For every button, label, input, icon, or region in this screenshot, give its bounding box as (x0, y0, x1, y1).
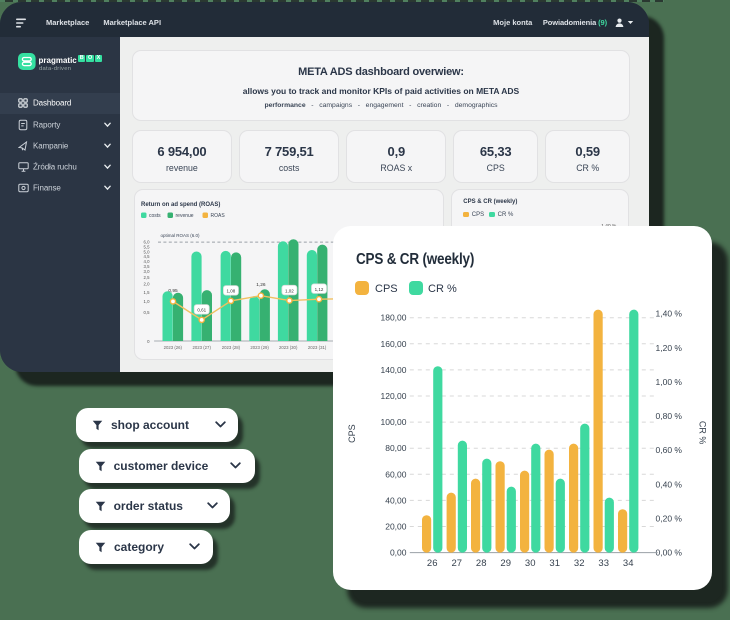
svg-text:31: 31 (549, 558, 560, 569)
svg-text:0,20 %: 0,20 % (656, 513, 683, 523)
svg-text:26: 26 (427, 558, 438, 569)
svg-text:1,5: 1,5 (143, 290, 150, 295)
svg-text:1,00 %: 1,00 % (656, 377, 683, 387)
svg-text:1,20 %: 1,20 % (656, 343, 683, 353)
svg-text:80,00: 80,00 (385, 443, 407, 453)
svg-text:1,0: 1,0 (143, 299, 150, 304)
svg-text:2023 (31): 2023 (31) (307, 345, 326, 350)
svg-text:33: 33 (598, 558, 609, 569)
svg-text:29: 29 (500, 558, 511, 569)
svg-text:120,00: 120,00 (381, 391, 407, 401)
svg-text:27: 27 (452, 558, 463, 569)
svg-text:CR %: CR % (698, 421, 708, 445)
svg-text:2023 (29): 2023 (29) (250, 345, 269, 350)
svg-text:2023 (27): 2023 (27) (192, 345, 211, 350)
svg-text:ROAS: ROAS (210, 213, 225, 219)
svg-text:180,00: 180,00 (381, 313, 407, 323)
svg-text:140,00: 140,00 (381, 365, 407, 375)
svg-text:0,80 %: 0,80 % (656, 411, 683, 421)
svg-text:costs: costs (149, 213, 161, 219)
svg-text:revenue: revenue (175, 213, 193, 219)
svg-text:CPS: CPS (347, 424, 357, 443)
svg-text:2,5: 2,5 (143, 275, 150, 280)
svg-text:1,08: 1,08 (226, 288, 235, 293)
svg-text:Return on ad spend (ROAS): Return on ad spend (ROAS) (141, 202, 220, 208)
svg-text:optimal ROAS (6.0): optimal ROAS (6.0) (160, 233, 200, 238)
svg-text:30: 30 (525, 558, 536, 569)
svg-text:40,00: 40,00 (385, 495, 407, 505)
svg-text:20,00: 20,00 (385, 522, 407, 532)
svg-text:1,12: 1,12 (314, 286, 323, 291)
svg-text:0,40 %: 0,40 % (656, 479, 683, 489)
svg-text:34: 34 (623, 558, 634, 569)
svg-text:0,60 %: 0,60 % (656, 445, 683, 455)
svg-text:0,61: 0,61 (197, 307, 206, 312)
svg-text:2023 (26): 2023 (26) (163, 345, 182, 350)
svg-text:0,5: 0,5 (143, 310, 150, 315)
svg-text:28: 28 (476, 558, 487, 569)
svg-text:1,02: 1,02 (285, 288, 294, 293)
svg-text:0,00 %: 0,00 % (656, 548, 683, 558)
svg-text:100,00: 100,00 (381, 417, 407, 427)
svg-text:2,0: 2,0 (143, 281, 150, 286)
svg-text:2023 (28): 2023 (28) (221, 345, 240, 350)
svg-text:0,95: 0,95 (168, 287, 178, 293)
svg-text:1,26: 1,26 (256, 282, 266, 288)
svg-text:160,00: 160,00 (381, 339, 407, 349)
svg-text:0: 0 (147, 338, 150, 343)
svg-text:32: 32 (574, 558, 585, 569)
svg-text:60,00: 60,00 (385, 469, 407, 479)
svg-text:3,0: 3,0 (143, 269, 150, 274)
svg-text:1,40 %: 1,40 % (656, 309, 683, 319)
svg-text:0,00: 0,00 (390, 548, 407, 558)
svg-text:2023 (30): 2023 (30) (278, 345, 297, 350)
